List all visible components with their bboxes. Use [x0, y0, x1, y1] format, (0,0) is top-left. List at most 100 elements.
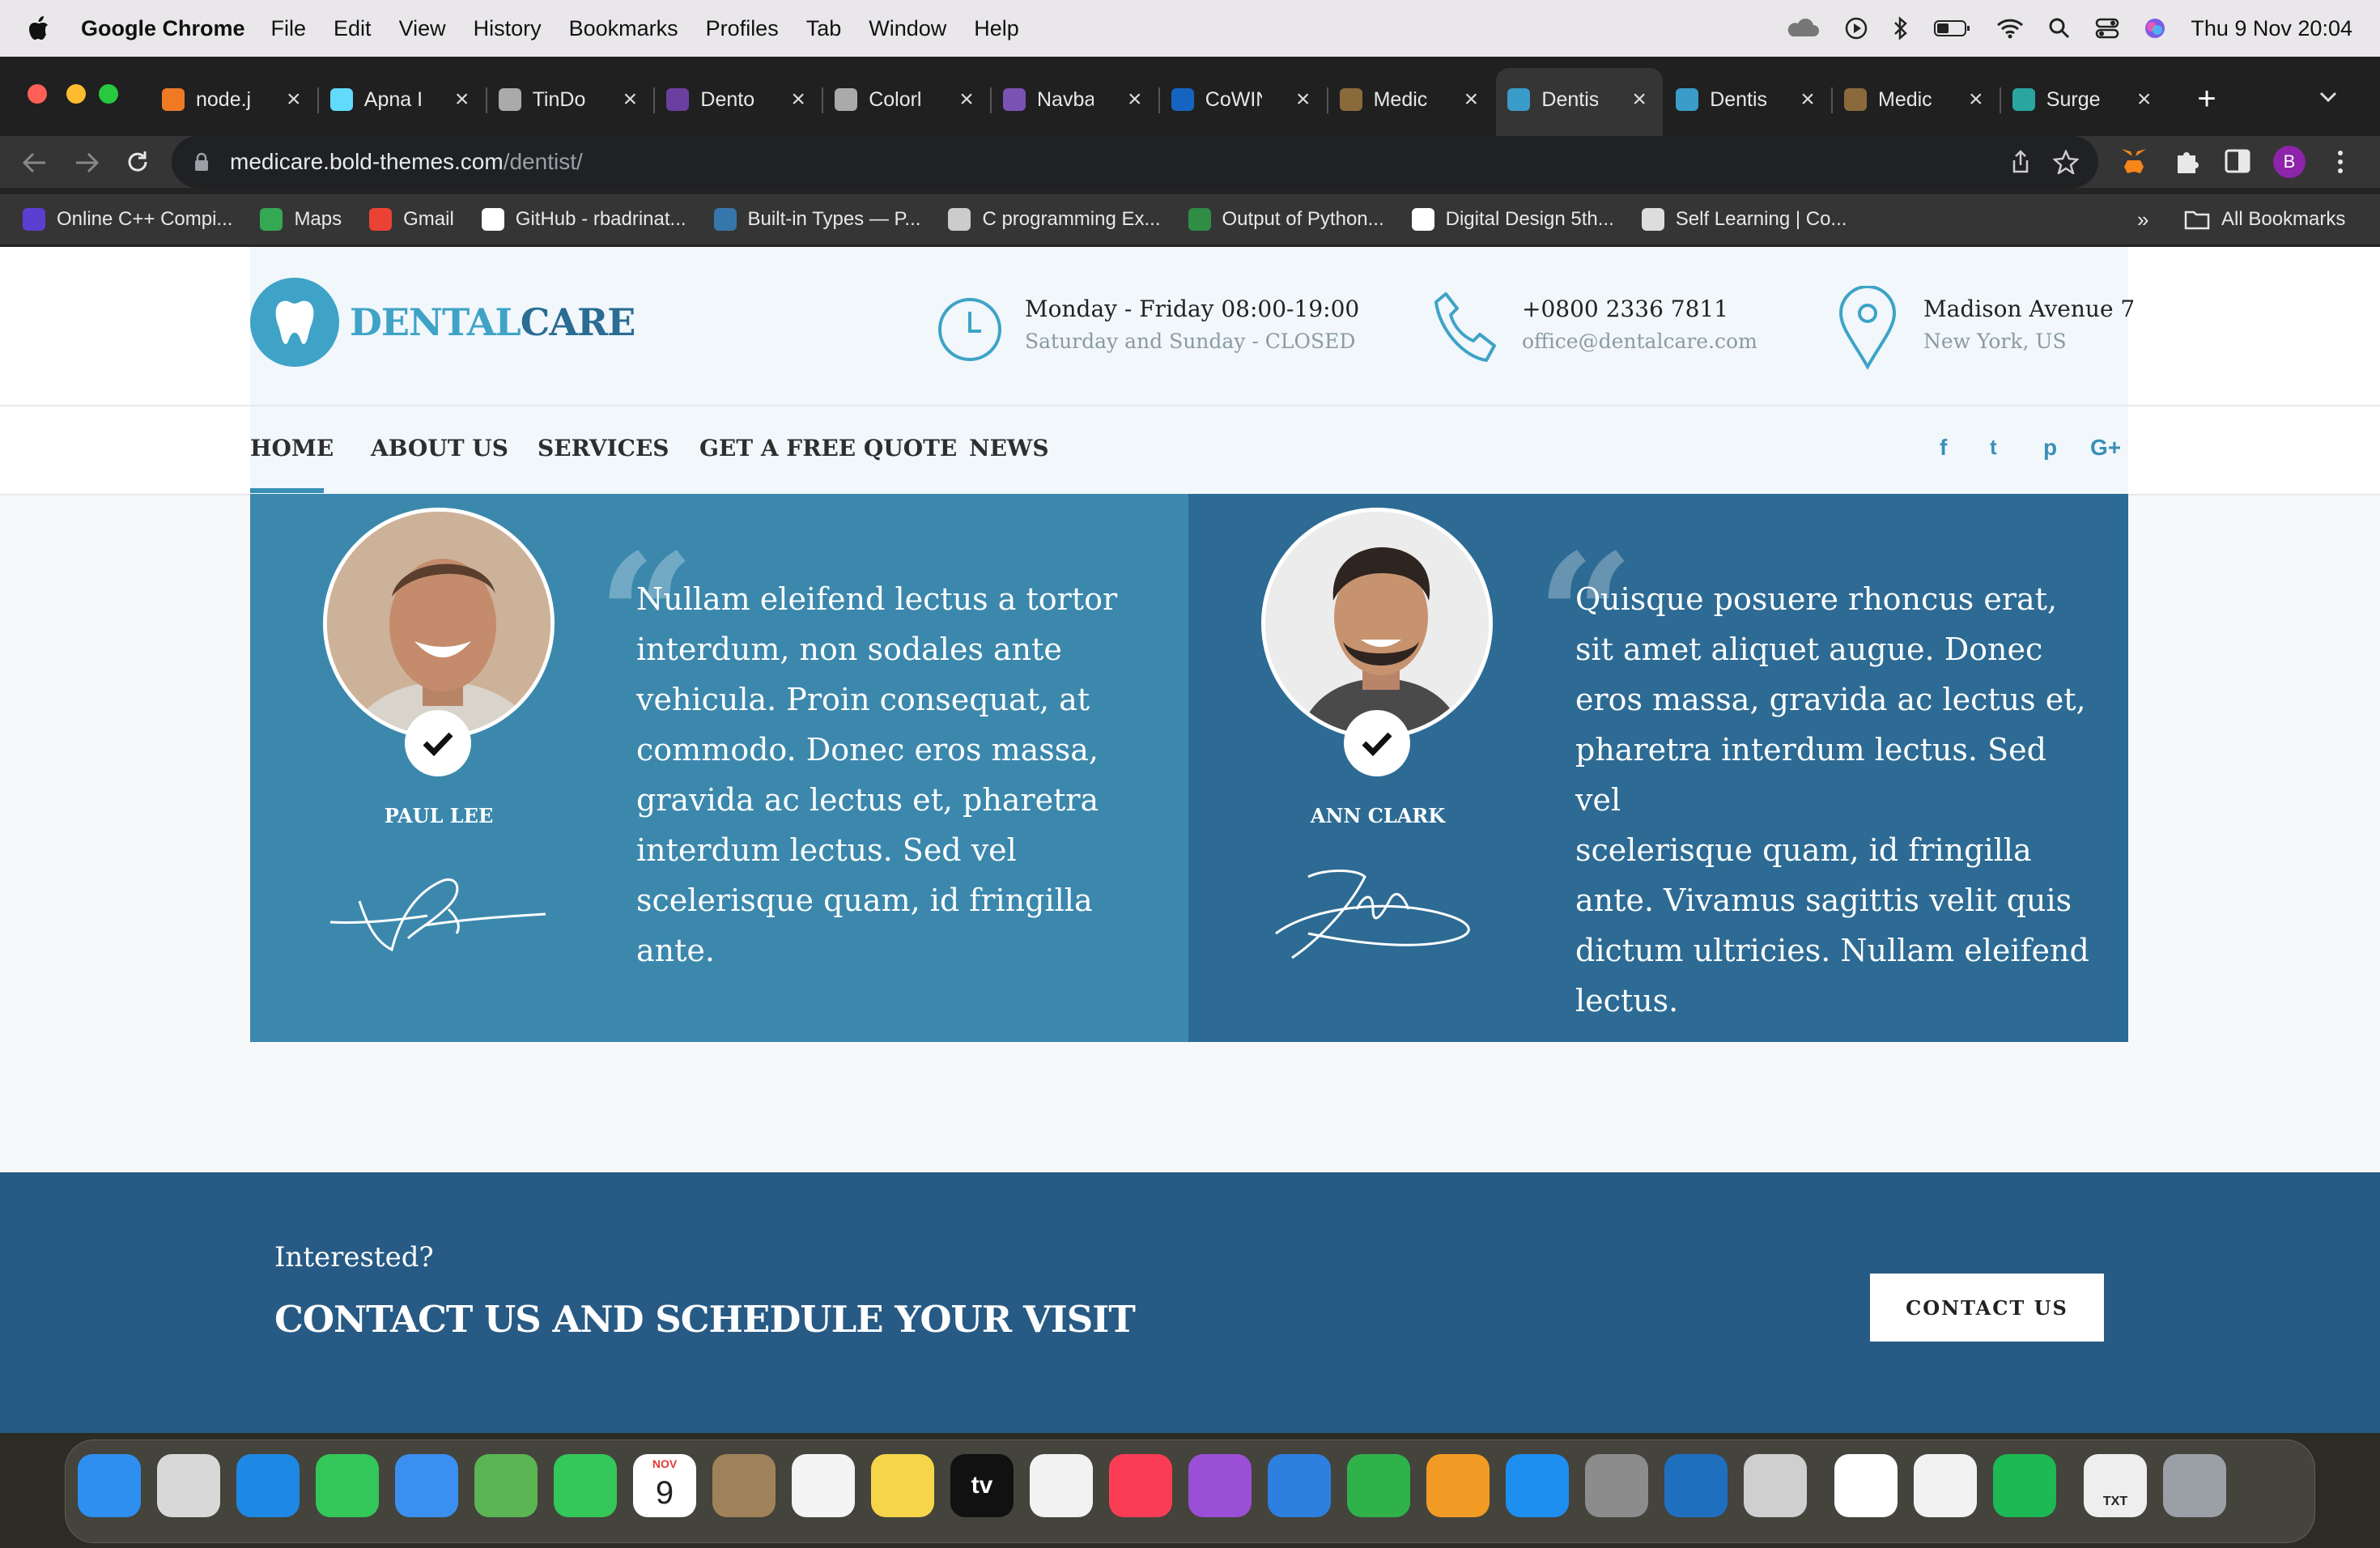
tab-close-icon[interactable]: ×: [618, 86, 642, 113]
dock-app-podcasts-icon[interactable]: [1188, 1454, 1252, 1517]
tab-close-icon[interactable]: ×: [1291, 86, 1315, 113]
bookmark-item[interactable]: Self Learning | Co...: [1641, 208, 1847, 231]
tooth-logo-icon[interactable]: [250, 278, 339, 367]
reload-icon[interactable]: [125, 149, 151, 175]
bookmark-item[interactable]: Gmail: [369, 208, 454, 231]
control-center-icon[interactable]: [2095, 18, 2119, 39]
new-tab-plus-icon[interactable]: +: [2187, 79, 2226, 118]
tab-close-icon[interactable]: ×: [786, 86, 810, 113]
dock-app-tv-icon[interactable]: tv: [950, 1454, 1014, 1517]
tab-close-icon[interactable]: ×: [450, 86, 474, 113]
dock-app-preview-icon[interactable]: [1744, 1454, 1807, 1517]
metamask-extension-icon[interactable]: [2119, 147, 2148, 175]
dock-app-document-icon[interactable]: TXT: [2084, 1454, 2147, 1517]
menubar-bookmarks[interactable]: Bookmarks: [569, 16, 678, 41]
menubar-file[interactable]: File: [271, 16, 307, 41]
dock-app-contacts-icon[interactable]: [712, 1454, 776, 1517]
dock-app-maps-icon[interactable]: [474, 1454, 538, 1517]
window-close-button[interactable]: [28, 84, 47, 104]
profile-avatar[interactable]: B: [2273, 146, 2306, 178]
browser-tab[interactable]: Navba ×: [1003, 79, 1147, 120]
dock-app-spotify-icon[interactable]: [1993, 1454, 2056, 1517]
more-vertical-icon[interactable]: [2336, 149, 2344, 175]
dock-app-safari-icon[interactable]: [236, 1454, 300, 1517]
menubar-tab[interactable]: Tab: [806, 16, 842, 41]
google-plus-icon[interactable]: G+: [2090, 435, 2121, 461]
bookmark-item[interactable]: C programming Ex...: [948, 208, 1161, 231]
dock-app-messages-icon[interactable]: [316, 1454, 379, 1517]
side-panel-icon[interactable]: [2225, 149, 2250, 173]
spotlight-search-icon[interactable]: [2048, 17, 2071, 40]
cloud-icon[interactable]: [1784, 19, 1820, 38]
site-logo-text[interactable]: DENTALCARE: [350, 300, 635, 344]
dock-app-vs-code-icon[interactable]: [1664, 1454, 1728, 1517]
dock-app-music-icon[interactable]: [1109, 1454, 1172, 1517]
bookmark-item[interactable]: Built-in Types — P...: [713, 208, 920, 231]
dock-app-reminders-icon[interactable]: [792, 1454, 855, 1517]
tab-close-icon[interactable]: ×: [2132, 86, 2157, 113]
play-circle-icon[interactable]: [1844, 16, 1868, 40]
dock-app-notes-icon[interactable]: [871, 1454, 934, 1517]
window-zoom-button[interactable]: [99, 84, 118, 104]
browser-tab[interactable]: node.j ×: [162, 79, 306, 120]
dock-app-calendar-icon[interactable]: 9 NOV: [633, 1454, 696, 1517]
nav-home[interactable]: HOME: [250, 435, 334, 461]
nav-news[interactable]: NEWS: [969, 435, 1049, 461]
back-arrow-icon[interactable]: [21, 151, 49, 175]
phone-number[interactable]: +0800 2336 7811: [1522, 296, 1728, 322]
browser-tab[interactable]: Medic ×: [1844, 79, 1988, 120]
menubar-window[interactable]: Window: [869, 16, 946, 41]
tab-close-icon[interactable]: ×: [1123, 86, 1147, 113]
bookmark-item[interactable]: GitHub - rbadrinat...: [481, 208, 686, 231]
nav-about-us[interactable]: ABOUT US: [371, 435, 508, 461]
nav-services[interactable]: SERVICES: [538, 435, 669, 461]
bookmark-item[interactable]: Maps: [260, 208, 342, 231]
battery-icon[interactable]: [1933, 19, 1972, 38]
dock-app-keynote-icon[interactable]: [1268, 1454, 1331, 1517]
tab-close-icon[interactable]: ×: [1796, 86, 1820, 113]
menubar-app-name[interactable]: Google Chrome: [81, 16, 245, 41]
menubar-clock[interactable]: Thu 9 Nov 20:04: [2191, 16, 2352, 41]
browser-tab[interactable]: Apna I ×: [329, 79, 474, 120]
dock-app-trash-icon[interactable]: [2163, 1454, 2226, 1517]
dock-app-numbers-icon[interactable]: [1347, 1454, 1410, 1517]
bookmarks-overflow-chevron[interactable]: »: [2137, 207, 2148, 232]
browser-tab[interactable]: Dentis ×: [1507, 79, 1651, 120]
tab-close-icon[interactable]: ×: [1459, 86, 1483, 113]
office-email[interactable]: office@dentalcare.com: [1522, 330, 1757, 353]
bookmark-star-icon[interactable]: [2053, 150, 2079, 174]
pinterest-icon[interactable]: p: [2043, 435, 2057, 461]
all-bookmarks-button[interactable]: All Bookmarks: [2184, 208, 2345, 231]
menubar-profiles[interactable]: Profiles: [706, 16, 779, 41]
browser-tab[interactable]: Dento ×: [666, 79, 810, 120]
forward-arrow-icon[interactable]: [73, 151, 100, 175]
tab-close-icon[interactable]: ×: [282, 86, 306, 113]
browser-tab[interactable]: Medic ×: [1339, 79, 1484, 120]
browser-tab[interactable]: CoWIN ×: [1171, 79, 1315, 120]
menubar-view[interactable]: View: [399, 16, 446, 41]
extensions-puzzle-icon[interactable]: [2173, 147, 2200, 175]
dock-app-facetime-icon[interactable]: [554, 1454, 617, 1517]
menubar-help[interactable]: Help: [974, 16, 1019, 41]
tab-search-chevron-icon[interactable]: [2318, 91, 2338, 104]
bookmark-item[interactable]: Online C++ Compi...: [23, 208, 232, 231]
apple-icon[interactable]: [28, 15, 50, 41]
tab-close-icon[interactable]: ×: [1627, 86, 1651, 113]
dock-app-mail-icon[interactable]: [395, 1454, 458, 1517]
dock-app-system-settings-icon[interactable]: [1585, 1454, 1648, 1517]
nav-get-a-free-quote[interactable]: GET A FREE QUOTE: [699, 435, 957, 461]
tab-close-icon[interactable]: ×: [954, 86, 979, 113]
siri-icon[interactable]: [2144, 17, 2166, 40]
contact-us-button[interactable]: CONTACT US: [1870, 1274, 2104, 1342]
bookmark-item[interactable]: Digital Design 5th...: [1411, 208, 1614, 231]
dock-app-launchpad-icon[interactable]: [157, 1454, 220, 1517]
browser-tab[interactable]: Dentis ×: [1676, 79, 1820, 120]
twitter-icon[interactable]: t: [1990, 435, 1997, 460]
facebook-icon[interactable]: f: [1940, 435, 1947, 461]
tab-close-icon[interactable]: ×: [1964, 86, 1988, 113]
menubar-history[interactable]: History: [474, 16, 542, 41]
browser-tab[interactable]: Surge ×: [2012, 79, 2157, 120]
bluetooth-icon[interactable]: [1893, 16, 1909, 40]
dock-app-photos-icon[interactable]: [1030, 1454, 1093, 1517]
bookmark-item[interactable]: Output of Python...: [1188, 208, 1384, 231]
